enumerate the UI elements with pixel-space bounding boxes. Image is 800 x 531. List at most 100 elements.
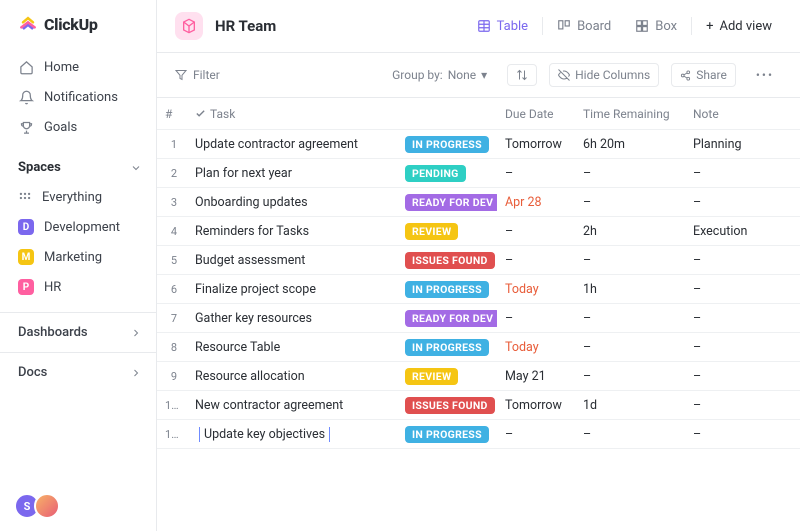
due-cell[interactable]: – — [497, 427, 575, 442]
table-row[interactable]: 6Finalize project scopeIN PROGRESSToday1… — [157, 275, 800, 304]
avatar[interactable] — [34, 493, 60, 519]
due-cell[interactable]: May 21 — [497, 369, 575, 384]
logo[interactable]: ClickUp — [0, 0, 156, 48]
status-cell[interactable]: IN PROGRESS — [397, 136, 497, 153]
spaces-header[interactable]: Spaces — [0, 152, 156, 183]
hide-columns-button[interactable]: Hide Columns — [549, 63, 659, 87]
due-cell[interactable]: – — [497, 253, 575, 268]
time-cell[interactable]: – — [575, 253, 685, 268]
status-cell[interactable]: REVIEW — [397, 223, 497, 240]
due-cell[interactable]: – — [497, 166, 575, 181]
task-name-cell[interactable]: Reminders for Tasks — [187, 224, 397, 239]
due-cell[interactable]: – — [497, 311, 575, 326]
time-cell[interactable]: 1h — [575, 282, 685, 297]
time-cell[interactable]: – — [575, 166, 685, 181]
tab-box[interactable]: Box — [625, 13, 687, 40]
sidebar-link-docs[interactable]: Docs — [0, 352, 156, 392]
due-cell[interactable]: Apr 28 — [497, 195, 575, 210]
sidebar-item-development[interactable]: D Development — [0, 212, 156, 242]
nav-notifications[interactable]: Notifications — [0, 82, 156, 112]
status-cell[interactable]: ISSUES FOUND — [397, 252, 497, 269]
time-cell[interactable]: – — [575, 340, 685, 355]
time-cell[interactable]: – — [575, 311, 685, 326]
table-row[interactable]: 8Resource TableIN PROGRESSToday–– — [157, 333, 800, 362]
sidebar-link-dashboards[interactable]: Dashboards — [0, 312, 156, 352]
group-by-button[interactable]: Group by: None ▾ — [384, 64, 495, 86]
status-cell[interactable]: READY FOR DEV — [397, 310, 497, 327]
note-cell[interactable]: – — [685, 398, 785, 413]
item-label: Development — [44, 220, 120, 235]
time-cell[interactable]: 1d — [575, 398, 685, 413]
task-name-cell[interactable]: Update contractor agreement — [187, 137, 397, 152]
hide-cols-label: Hide Columns — [575, 68, 650, 82]
note-cell[interactable]: – — [685, 427, 785, 442]
user-avatars[interactable]: S — [0, 481, 156, 531]
status-cell[interactable]: IN PROGRESS — [397, 281, 497, 298]
status-cell[interactable]: READY FOR DEV — [397, 194, 497, 211]
status-cell[interactable]: IN PROGRESS — [397, 339, 497, 356]
task-name-cell[interactable]: Gather key resources — [187, 311, 397, 326]
filter-button[interactable]: Filter — [175, 68, 220, 82]
time-cell[interactable]: – — [575, 195, 685, 210]
col-number[interactable]: # — [157, 107, 187, 121]
note-cell[interactable]: – — [685, 340, 785, 355]
task-name-cell[interactable]: Update key objectives — [187, 427, 397, 442]
due-cell[interactable]: – — [497, 224, 575, 239]
table-row[interactable]: 4Reminders for TasksREVIEW–2hExecution — [157, 217, 800, 246]
table-row[interactable]: 5Budget assessmentISSUES FOUND––– — [157, 246, 800, 275]
time-cell[interactable]: 2h — [575, 224, 685, 239]
tab-table[interactable]: Table — [467, 13, 538, 40]
task-name-cell[interactable]: Budget assessment — [187, 253, 397, 268]
sort-button[interactable] — [507, 64, 537, 86]
note-cell[interactable]: – — [685, 195, 785, 210]
sidebar-item-everything[interactable]: Everything — [0, 183, 156, 212]
time-cell[interactable]: – — [575, 427, 685, 442]
task-name-cell[interactable]: Onboarding updates — [187, 195, 397, 210]
status-cell[interactable]: ISSUES FOUND — [397, 397, 497, 414]
due-cell[interactable]: Tomorrow — [497, 137, 575, 152]
note-cell[interactable]: – — [685, 369, 785, 384]
task-name-cell[interactable]: Plan for next year — [187, 166, 397, 181]
nav-home[interactable]: Home — [0, 52, 156, 82]
divider — [691, 17, 692, 35]
table-row[interactable]: 11Update key objectivesIN PROGRESS––– — [157, 420, 800, 449]
table-row[interactable]: 10New contractor agreementISSUES FOUNDTo… — [157, 391, 800, 420]
status-cell[interactable]: REVIEW — [397, 368, 497, 385]
task-name-cell[interactable]: Resource Table — [187, 340, 397, 355]
time-cell[interactable]: 6h 20m — [575, 137, 685, 152]
col-note[interactable]: Note — [685, 107, 785, 121]
status-cell[interactable]: PENDING — [397, 165, 497, 182]
due-cell[interactable]: Today — [497, 340, 575, 355]
due-cell[interactable]: Tomorrow — [497, 398, 575, 413]
share-button[interactable]: Share — [671, 63, 736, 87]
sidebar-item-hr[interactable]: P HR — [0, 272, 156, 302]
due-cell[interactable]: Today — [497, 282, 575, 297]
add-view-button[interactable]: + Add view — [696, 13, 782, 40]
tab-board[interactable]: Board — [547, 13, 621, 40]
col-task[interactable]: Task — [187, 107, 397, 121]
status-badge: IN PROGRESS — [405, 136, 489, 153]
note-cell[interactable]: – — [685, 311, 785, 326]
note-cell[interactable]: – — [685, 253, 785, 268]
status-cell[interactable]: IN PROGRESS — [397, 426, 497, 443]
table-row[interactable]: 1Update contractor agreementIN PROGRESST… — [157, 130, 800, 159]
space-badge-icon: D — [18, 219, 34, 235]
table-row[interactable]: 2Plan for next yearPENDING––– — [157, 159, 800, 188]
col-time[interactable]: Time Remaining — [575, 107, 685, 121]
table-row[interactable]: 3Onboarding updatesREADY FOR DEVApr 28–– — [157, 188, 800, 217]
note-cell[interactable]: – — [685, 166, 785, 181]
col-due[interactable]: Due Date — [497, 107, 575, 121]
note-cell[interactable]: Planning — [685, 137, 785, 152]
time-cell[interactable]: – — [575, 369, 685, 384]
table-row[interactable]: 7Gather key resourcesREADY FOR DEV––– — [157, 304, 800, 333]
task-name-cell[interactable]: Finalize project scope — [187, 282, 397, 297]
task-name-cell[interactable]: New contractor agreement — [187, 398, 397, 413]
table-row[interactable]: 9Resource allocationREVIEWMay 21–– — [157, 362, 800, 391]
filter-icon — [175, 69, 187, 81]
sidebar-item-marketing[interactable]: M Marketing — [0, 242, 156, 272]
note-cell[interactable]: Execution — [685, 224, 785, 239]
note-cell[interactable]: – — [685, 282, 785, 297]
more-button[interactable]: ••• — [748, 64, 782, 86]
task-name-cell[interactable]: Resource allocation — [187, 369, 397, 384]
nav-goals[interactable]: Goals — [0, 112, 156, 142]
